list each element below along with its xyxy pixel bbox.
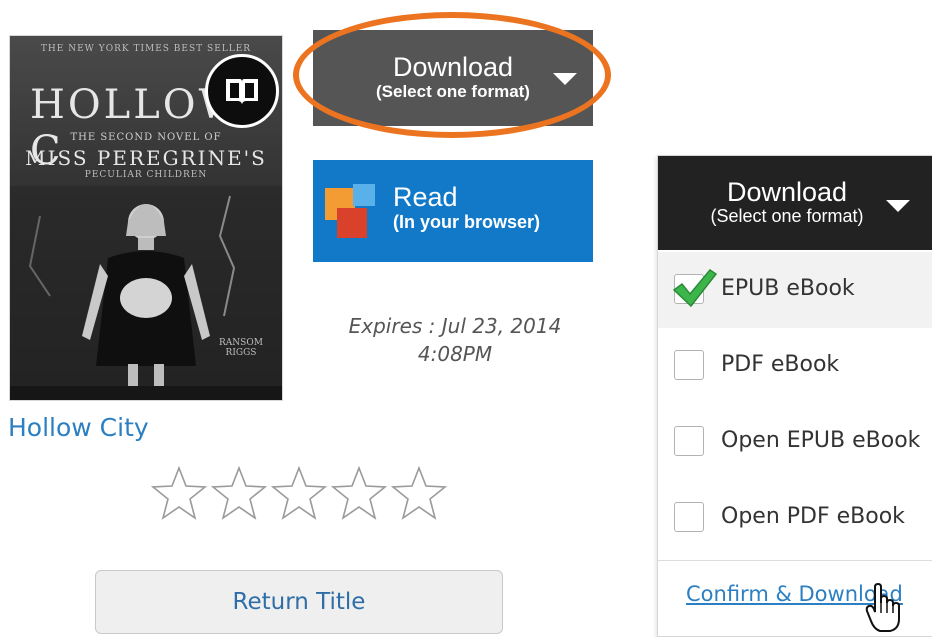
return-title-button[interactable]: Return Title xyxy=(95,570,503,634)
panel-divider xyxy=(658,560,932,561)
checkbox[interactable] xyxy=(674,426,704,456)
download-label: Download xyxy=(392,52,514,82)
expires-time: 4:08PM xyxy=(417,342,493,366)
cover-series2: PECULIAR CHILDREN xyxy=(84,170,208,180)
cover-author: RANSOM RIGGS xyxy=(219,338,263,358)
panel-download-label: Download xyxy=(726,177,848,207)
hand-cursor-icon xyxy=(865,583,900,632)
open-book-icon[interactable] xyxy=(205,54,279,128)
panel-download-header[interactable]: Download (Select one format) xyxy=(658,156,932,250)
star-icon[interactable] xyxy=(390,465,448,523)
format-option-label: PDF eBook xyxy=(721,352,840,377)
checkbox[interactable] xyxy=(674,502,704,532)
format-option-label: Open EPUB eBook xyxy=(721,428,921,453)
star-icon[interactable] xyxy=(330,465,388,523)
checkmark-icon xyxy=(672,269,718,308)
caret-down-icon xyxy=(553,73,577,85)
cover-top-line: THE NEW YORK TIMES BEST SELLER xyxy=(40,44,252,54)
format-option-label: Open PDF eBook xyxy=(721,504,905,529)
read-button[interactable]: Read (In your browser) xyxy=(313,160,593,262)
star-icon[interactable] xyxy=(270,465,328,523)
book-glyph xyxy=(226,79,258,104)
caret-down-icon xyxy=(886,200,910,212)
format-option-label: EPUB eBook xyxy=(721,276,855,301)
expires-label: Expires : xyxy=(348,314,436,338)
book-cover[interactable]: THE NEW YORK TIMES BEST SELLER HOLLOW C … xyxy=(10,36,282,400)
star-icon[interactable] xyxy=(150,465,208,523)
panel-download-sublabel: (Select one format) xyxy=(710,206,864,226)
format-option-open-pdf[interactable]: Open PDF eBook xyxy=(658,480,932,556)
download-button[interactable]: Download (Select one format) xyxy=(313,30,593,126)
read-label: Read xyxy=(393,182,458,212)
read-sublabel: (In your browser) xyxy=(393,212,541,232)
cover-subtitle: THE SECOND NOVEL OF xyxy=(70,132,222,143)
star-icon[interactable] xyxy=(210,465,268,523)
cover-series: MISS PEREGRINE'S xyxy=(25,146,267,170)
format-dropdown-panel: Download (Select one format) EPUB eBook … xyxy=(657,155,932,637)
download-sublabel: (Select one format) xyxy=(376,82,530,101)
format-option-pdf[interactable]: PDF eBook xyxy=(658,328,932,404)
expires-date: Jul 23, 2014 xyxy=(441,314,562,338)
format-option-open-epub[interactable]: Open EPUB eBook xyxy=(658,404,932,480)
book-title-link[interactable]: Hollow City xyxy=(8,413,149,442)
rating-stars[interactable] xyxy=(150,465,448,525)
checkbox[interactable] xyxy=(674,350,704,380)
expires-info: Expires : Jul 23, 2014 4:08PM xyxy=(330,312,580,368)
format-option-epub[interactable]: EPUB eBook xyxy=(658,252,932,328)
read-in-browser-icon xyxy=(325,184,375,238)
